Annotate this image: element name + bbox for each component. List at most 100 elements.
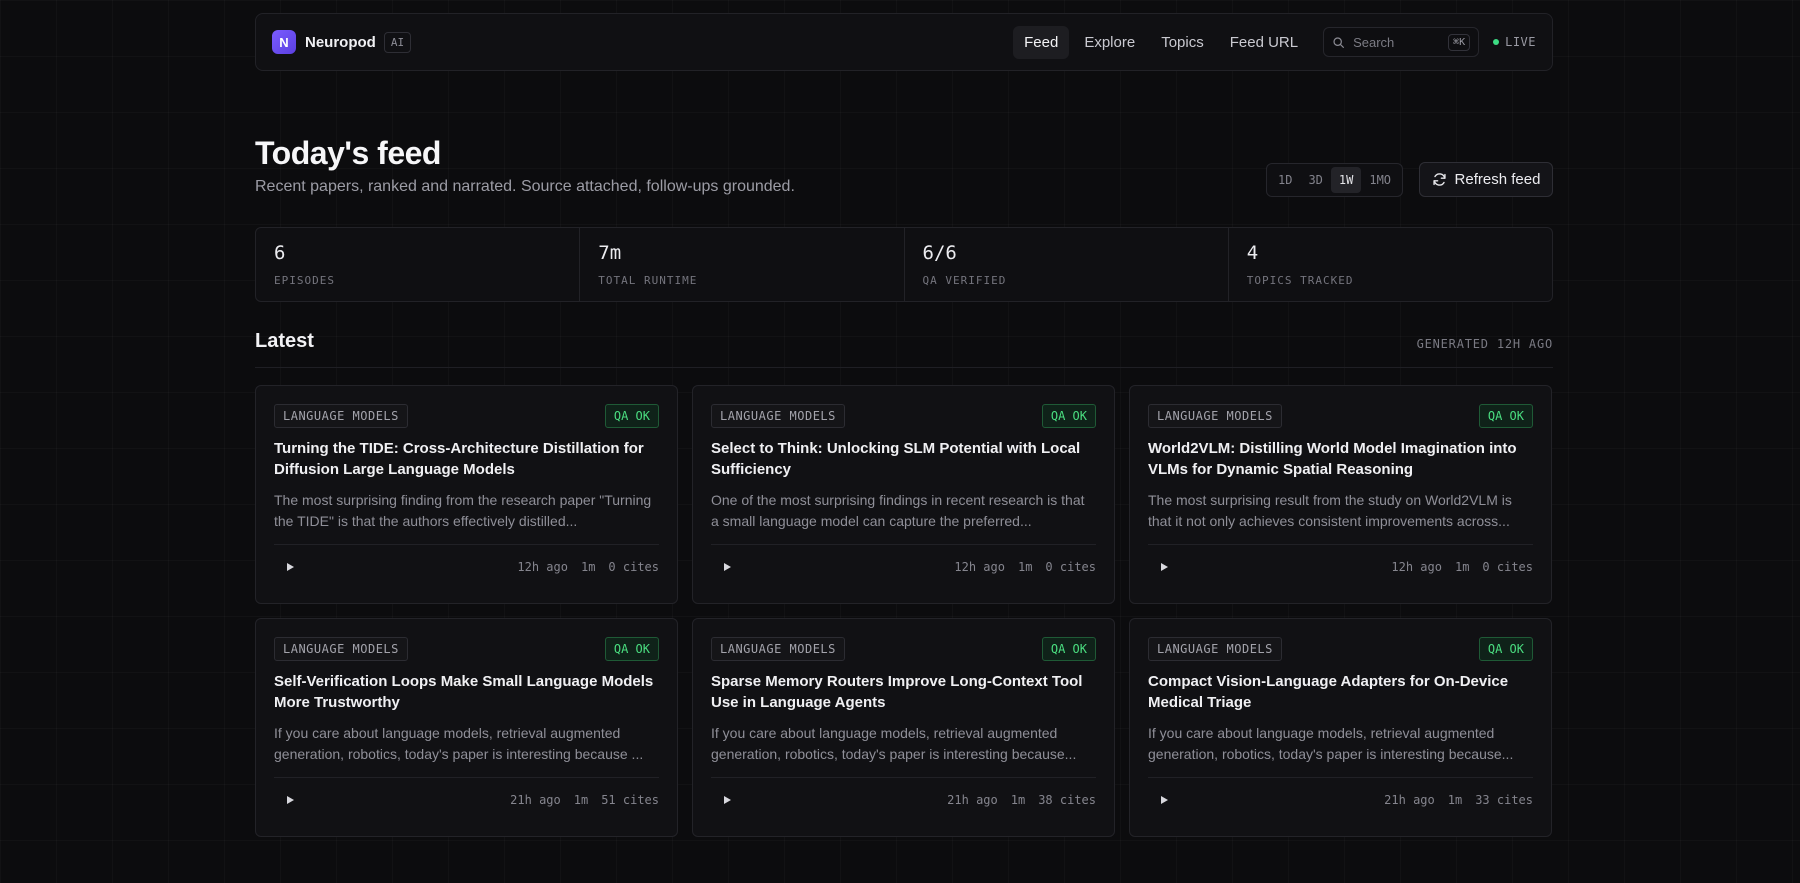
search-input[interactable]: Search ⌘K	[1323, 27, 1480, 57]
episode-card[interactable]: LANGUAGE MODELS QA OK Compact Vision-Lan…	[1129, 618, 1552, 837]
episode-meta: 12h ago 1m 0 cites	[517, 560, 659, 574]
search-shortcut: ⌘K	[1448, 33, 1471, 51]
nav-link-explore[interactable]: Explore	[1073, 26, 1146, 59]
stat-episodes: 6 EPISODES	[256, 228, 581, 301]
episode-age: 21h ago	[1384, 792, 1435, 807]
play-button[interactable]	[1152, 788, 1176, 812]
qa-status-badge: QA OK	[1041, 404, 1096, 428]
play-icon	[287, 562, 294, 571]
latest-title: Latest	[255, 330, 314, 352]
play-button[interactable]	[278, 788, 302, 812]
episode-card[interactable]: LANGUAGE MODELS QA OK World2VLM: Distill…	[1129, 385, 1552, 604]
episode-card[interactable]: LANGUAGE MODELS QA OK Turning the TIDE: …	[255, 385, 678, 604]
nav-link-feed[interactable]: Feed	[1013, 25, 1070, 59]
search-icon	[1333, 36, 1345, 48]
range-option-1w[interactable]: 1W	[1330, 167, 1362, 193]
episode-footer: 12h ago 1m 0 cites	[1148, 544, 1533, 588]
live-status: LIVE	[1493, 35, 1536, 49]
qa-status-badge: QA OK	[604, 404, 659, 428]
nav-link-feed-url[interactable]: Feed URL	[1219, 26, 1309, 59]
range-option-1d[interactable]: 1D	[1270, 167, 1300, 193]
episode-grid: LANGUAGE MODELS QA OK Turning the TIDE: …	[255, 385, 1553, 837]
play-icon	[1161, 562, 1168, 571]
episode-title[interactable]: Sparse Memory Routers Improve Long-Conte…	[711, 671, 1096, 713]
qa-status-badge: QA OK	[1041, 637, 1096, 661]
live-dot-icon	[1493, 39, 1500, 45]
stats-bar: 6 EPISODES 7m TOTAL RUNTIME 6/6 QA VERIF…	[255, 227, 1553, 302]
latest-section-header: Latest GENERATED 12H AGO	[255, 330, 1553, 368]
episode-excerpt: One of the most surprising findings in r…	[711, 492, 1085, 529]
episode-card[interactable]: LANGUAGE MODELS QA OK Select to Think: U…	[692, 385, 1115, 604]
episode-age: 12h ago	[1391, 559, 1442, 574]
topic-tag[interactable]: LANGUAGE MODELS	[1148, 637, 1282, 661]
page-title: Today's feed	[255, 135, 441, 171]
episode-title[interactable]: Turning the TIDE: Cross-Architecture Dis…	[274, 438, 659, 480]
range-option-1mo[interactable]: 1MO	[1361, 167, 1399, 193]
range-option-3d[interactable]: 3D	[1300, 167, 1330, 193]
episode-title[interactable]: Compact Vision-Language Adapters for On-…	[1148, 671, 1533, 713]
logo-icon[interactable]: N	[272, 30, 296, 54]
episode-cites: 0 cites	[1482, 559, 1533, 574]
episode-excerpt: The most surprising result from the stud…	[1148, 492, 1512, 529]
ai-badge: AI	[383, 31, 412, 53]
episode-card[interactable]: LANGUAGE MODELS QA OK Self-Verification …	[255, 618, 678, 837]
generated-timestamp: GENERATED 12H AGO	[1416, 337, 1553, 351]
play-icon	[287, 795, 294, 804]
episode-footer: 21h ago 1m 51 cites	[274, 777, 659, 821]
nav-links: Feed Explore Topics Feed URL	[1013, 25, 1309, 59]
episode-title[interactable]: Select to Think: Unlocking SLM Potential…	[711, 438, 1096, 480]
stat-label: EPISODES	[274, 274, 335, 287]
episode-cites: 33 cites	[1475, 792, 1533, 807]
refresh-feed-button[interactable]: Refresh feed	[1419, 162, 1553, 197]
play-button[interactable]	[715, 555, 739, 579]
topic-tag[interactable]: LANGUAGE MODELS	[274, 404, 408, 428]
episode-age: 21h ago	[510, 792, 561, 807]
play-icon	[1161, 795, 1168, 804]
episode-excerpt: If you care about language models, retri…	[274, 725, 644, 762]
episode-duration: 1m	[1010, 792, 1026, 807]
stat-label: TOTAL RUNTIME	[598, 274, 698, 287]
episode-excerpt: The most surprising finding from the res…	[274, 492, 652, 529]
episode-footer: 12h ago 1m 0 cites	[711, 544, 1096, 588]
play-icon	[724, 795, 731, 804]
nav-link-topics[interactable]: Topics	[1150, 26, 1215, 59]
qa-status-badge: QA OK	[604, 637, 659, 661]
search-placeholder: Search	[1353, 34, 1395, 50]
stat-topics-tracked: 4 TOPICS TRACKED	[1229, 228, 1552, 301]
stat-value: 6	[274, 242, 286, 264]
episode-title[interactable]: World2VLM: Distilling World Model Imagin…	[1148, 438, 1533, 480]
episode-duration: 1m	[1454, 559, 1470, 574]
episode-meta: 12h ago 1m 0 cites	[1391, 560, 1533, 574]
brand-name[interactable]: Neuropod	[305, 34, 376, 51]
play-button[interactable]	[715, 788, 739, 812]
episode-cites: 38 cites	[1038, 792, 1096, 807]
play-button[interactable]	[1152, 555, 1176, 579]
episode-age: 12h ago	[954, 559, 1005, 574]
episode-meta: 21h ago 1m 51 cites	[510, 793, 659, 807]
episode-title[interactable]: Self-Verification Loops Make Small Langu…	[274, 671, 659, 713]
topic-tag[interactable]: LANGUAGE MODELS	[711, 637, 845, 661]
episode-cites: 0 cites	[608, 559, 659, 574]
episode-excerpt: If you care about language models, retri…	[711, 725, 1077, 762]
top-nav: N Neuropod AI Feed Explore Topics Feed U…	[255, 13, 1553, 71]
episode-age: 12h ago	[517, 559, 568, 574]
page-header: Today's feed Recent papers, ranked and n…	[255, 135, 795, 196]
topic-tag[interactable]: LANGUAGE MODELS	[1148, 404, 1282, 428]
topic-tag[interactable]: LANGUAGE MODELS	[711, 404, 845, 428]
episode-footer: 21h ago 1m 33 cites	[1148, 777, 1533, 821]
episode-duration: 1m	[1447, 792, 1463, 807]
play-button[interactable]	[278, 555, 302, 579]
episode-excerpt: If you care about language models, retri…	[1148, 725, 1514, 762]
page-subtitle: Recent papers, ranked and narrated. Sour…	[255, 178, 795, 195]
refresh-feed-label: Refresh feed	[1454, 171, 1541, 188]
episode-cites: 51 cites	[601, 792, 659, 807]
refresh-icon	[1432, 173, 1446, 186]
episode-duration: 1m	[580, 559, 596, 574]
time-range-selector: 1D 3D 1W 1MO	[1266, 163, 1404, 197]
stat-value: 6/6	[922, 242, 957, 264]
episode-age: 21h ago	[947, 792, 998, 807]
topic-tag[interactable]: LANGUAGE MODELS	[274, 637, 408, 661]
episode-cites: 0 cites	[1045, 559, 1096, 574]
episode-meta: 12h ago 1m 0 cites	[954, 560, 1096, 574]
episode-card[interactable]: LANGUAGE MODELS QA OK Sparse Memory Rout…	[692, 618, 1115, 837]
